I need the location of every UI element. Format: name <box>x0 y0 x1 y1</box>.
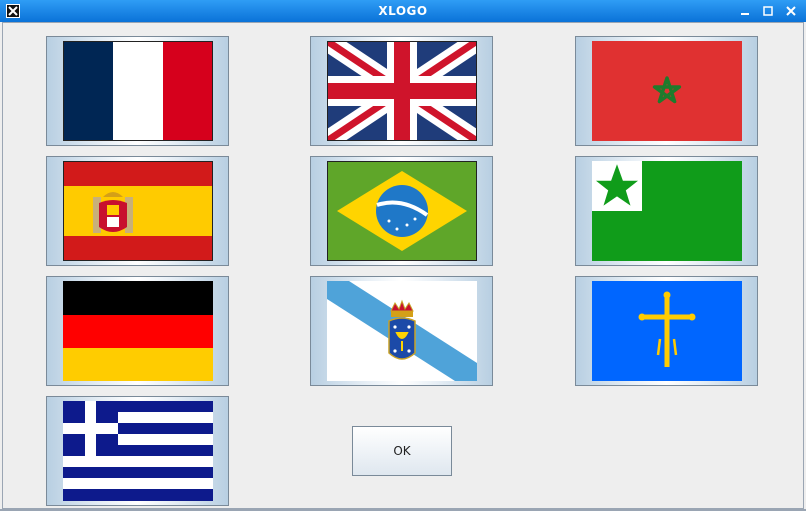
window-title: XLOGO <box>378 4 428 18</box>
flag-button-greece[interactable] <box>46 396 229 506</box>
flag-esperanto-icon <box>592 161 742 261</box>
minimize-icon[interactable] <box>739 5 751 17</box>
flag-button-united-kingdom[interactable] <box>310 36 493 146</box>
flag-button-france[interactable] <box>46 36 229 146</box>
window-titlebar[interactable]: XLOGO <box>0 0 806 22</box>
flag-button-esperanto[interactable] <box>575 156 758 266</box>
flag-button-morocco[interactable] <box>575 36 758 146</box>
flag-greece-icon <box>63 401 213 501</box>
maximize-icon[interactable] <box>762 5 774 17</box>
flag-uk-icon <box>327 41 477 141</box>
flag-germany-icon <box>63 281 213 381</box>
flag-brazil-icon <box>327 161 477 261</box>
flag-spain-icon <box>63 161 213 261</box>
flag-asturias-icon <box>592 281 742 381</box>
flag-galicia-icon <box>327 281 477 381</box>
flag-button-brazil[interactable] <box>310 156 493 266</box>
flag-button-spain[interactable] <box>46 156 229 266</box>
ok-button[interactable]: OK <box>352 426 452 476</box>
flag-button-asturias[interactable] <box>575 276 758 386</box>
close-icon[interactable] <box>785 5 797 17</box>
flag-button-galicia[interactable] <box>310 276 493 386</box>
flag-button-germany[interactable] <box>46 276 229 386</box>
flag-france-icon <box>63 41 213 141</box>
flag-morocco-icon <box>592 41 742 141</box>
